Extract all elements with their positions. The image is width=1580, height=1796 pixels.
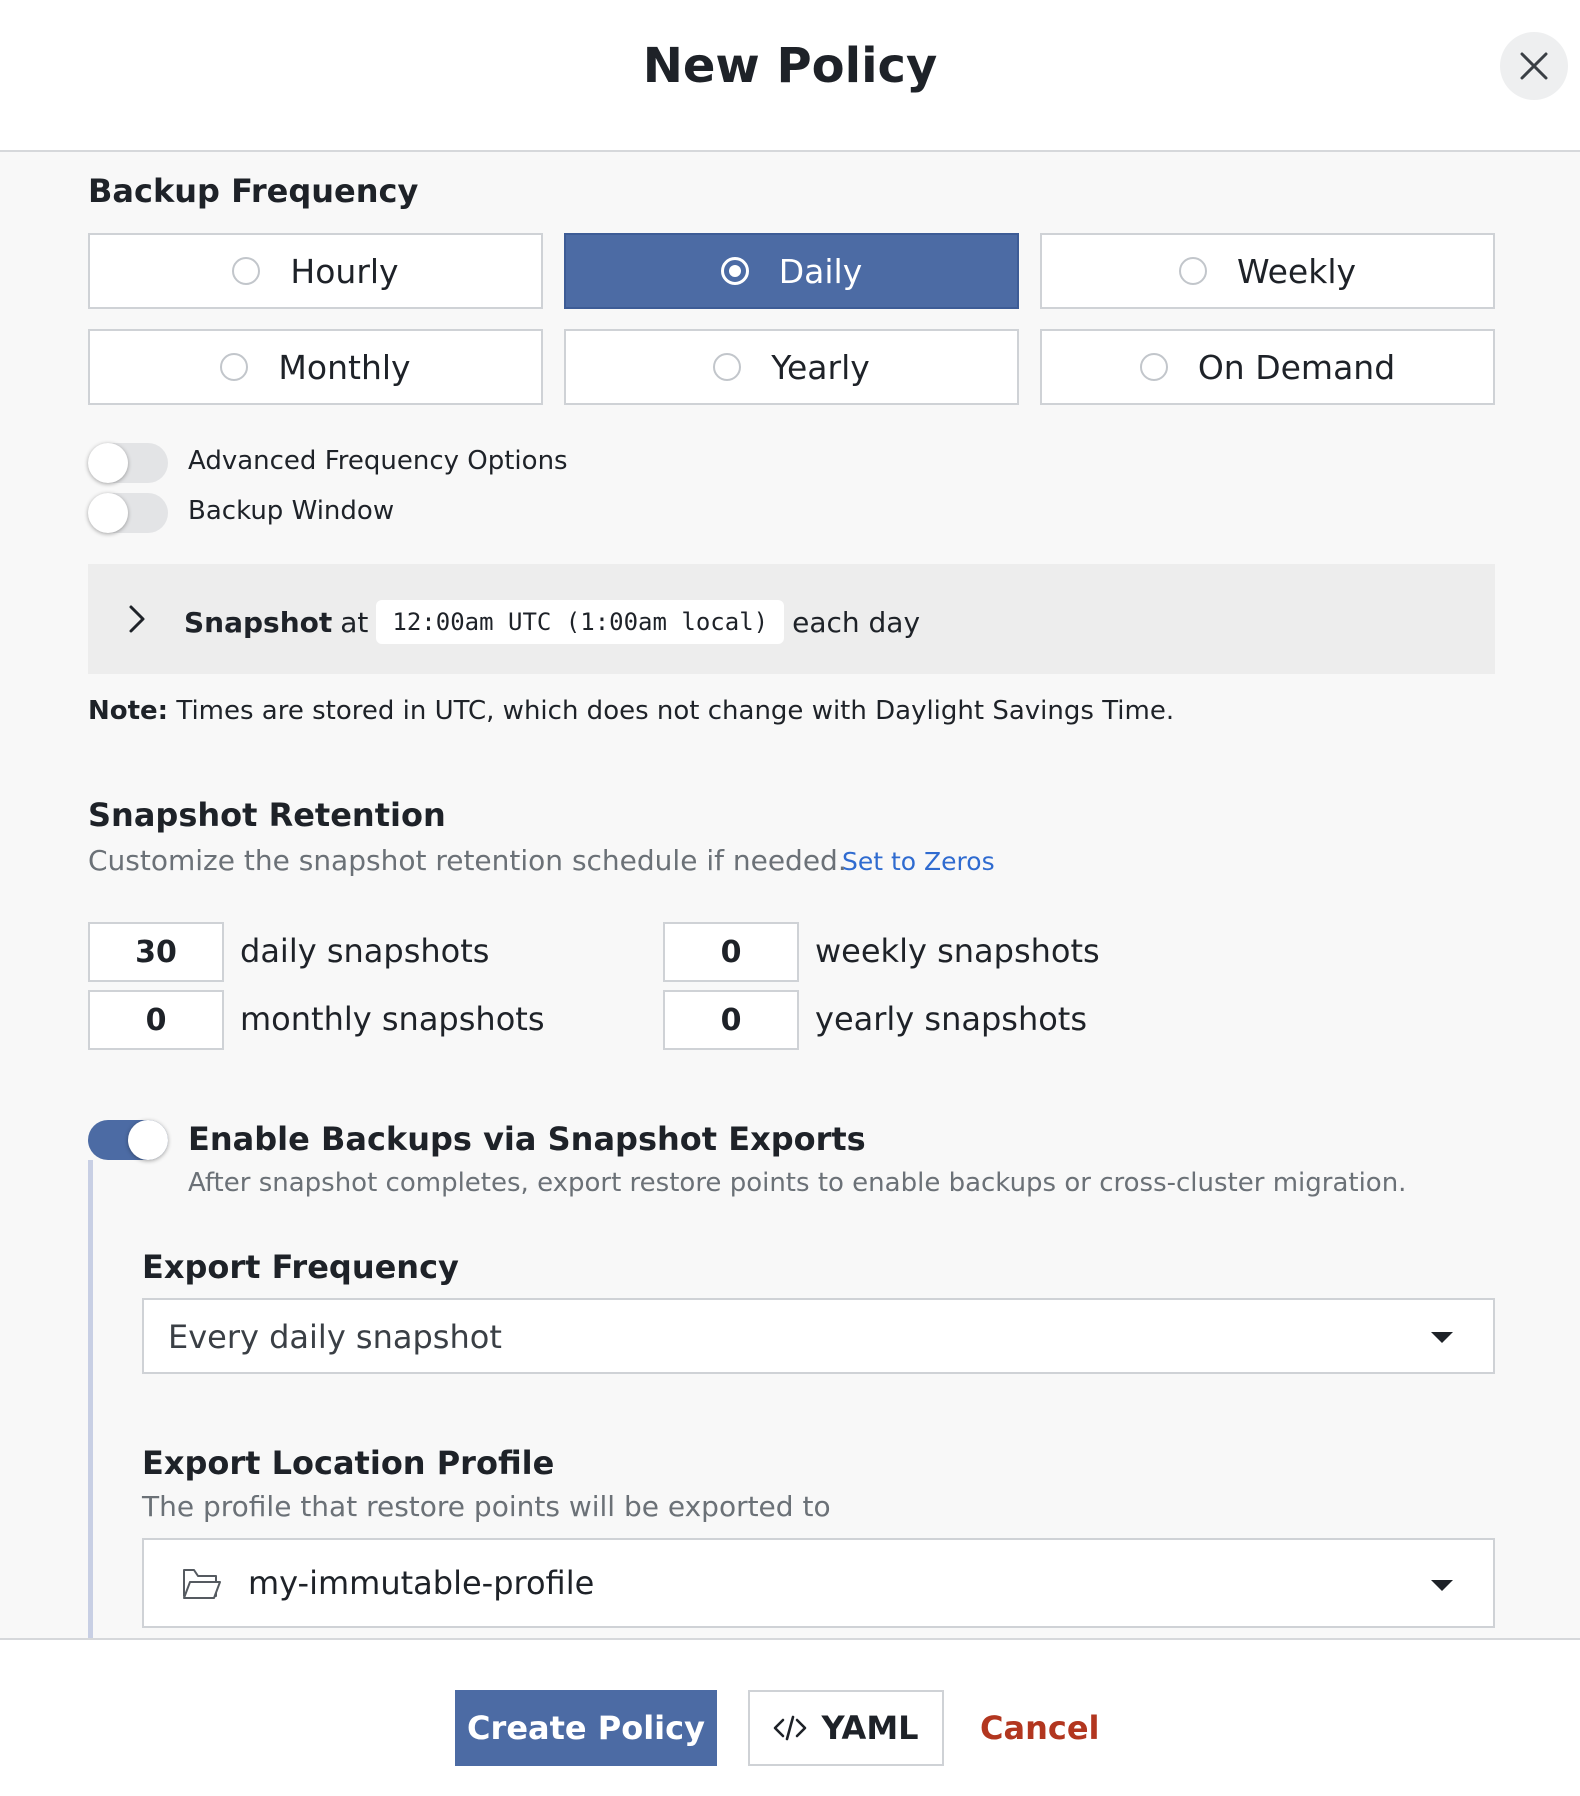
frequency-option-label: Daily <box>778 251 863 291</box>
export-location-select[interactable]: my-immutable-profile <box>142 1538 1495 1628</box>
radio-icon <box>713 353 742 381</box>
backup-window-toggle[interactable] <box>88 493 168 533</box>
code-icon <box>774 1715 807 1741</box>
frequency-option-label: Hourly <box>290 251 399 291</box>
note-label: Note: <box>88 696 169 726</box>
advanced-frequency-label: Advanced Frequency Options <box>188 446 568 476</box>
toggle-knob <box>88 493 128 533</box>
cancel-button[interactable]: Cancel <box>980 1690 1100 1766</box>
radio-icon <box>1139 353 1168 381</box>
enable-exports-title: Enable Backups via Snapshot Exports <box>188 1120 866 1158</box>
enable-exports-subtitle: After snapshot completes, export restore… <box>188 1168 1407 1198</box>
utc-note: Note: Times are stored in UTC, which doe… <box>88 696 1174 726</box>
dialog-header: New Policy <box>0 0 1580 152</box>
frequency-option-label: Monthly <box>278 347 411 387</box>
snapshot-schedule-summary: Snapshot at 12:00am UTC (1:00am local) e… <box>88 564 1495 674</box>
yaml-label: YAML <box>821 1709 919 1747</box>
note-text: Times are stored in UTC, which does not … <box>168 696 1175 726</box>
yaml-button[interactable]: YAML <box>748 1690 944 1766</box>
backup-window-label: Backup Window <box>188 496 395 526</box>
daily-snapshots-label: daily snapshots <box>240 932 490 970</box>
snapshot-label: Snapshot <box>184 605 333 639</box>
radio-selected-icon <box>720 257 749 285</box>
snapshot-retention-subtitle: Customize the snapshot retention schedul… <box>88 844 847 877</box>
exports-group-indicator <box>88 1160 93 1638</box>
frequency-option-label: On Demand <box>1197 347 1396 387</box>
monthly-snapshots-label: monthly snapshots <box>240 1000 545 1038</box>
frequency-option-label: Yearly <box>771 347 870 387</box>
weekly-snapshots-input[interactable] <box>663 922 799 982</box>
export-location-heading: Export Location Profile <box>142 1444 555 1482</box>
export-location-subtitle: The profile that restore points will be … <box>142 1490 831 1523</box>
export-frequency-select[interactable]: Every daily snapshot <box>142 1298 1495 1374</box>
radio-icon <box>220 353 249 381</box>
frequency-option-daily[interactable]: Daily <box>564 233 1019 309</box>
enable-exports-toggle[interactable] <box>88 1120 168 1160</box>
radio-icon <box>232 257 261 285</box>
monthly-snapshots-input[interactable] <box>88 990 224 1050</box>
snapshot-time: 12:00am UTC (1:00am local) <box>376 600 785 644</box>
frequency-option-on-demand[interactable]: On Demand <box>1040 329 1495 405</box>
export-location-value: my-immutable-profile <box>248 1564 595 1602</box>
weekly-snapshots-label: weekly snapshots <box>815 932 1100 970</box>
snapshot-retention-heading: Snapshot Retention <box>88 796 446 834</box>
snapshot-schedule-text: Snapshot at 12:00am UTC (1:00am local) e… <box>184 600 920 644</box>
export-frequency-value: Every daily snapshot <box>168 1318 502 1356</box>
yearly-snapshots-label: yearly snapshots <box>815 1000 1088 1038</box>
advanced-frequency-toggle[interactable] <box>88 443 168 483</box>
frequency-option-yearly[interactable]: Yearly <box>564 329 1019 405</box>
folder-icon <box>183 1569 221 1599</box>
export-frequency-heading: Export Frequency <box>142 1248 459 1286</box>
snapshot-suffix: each day <box>792 605 921 639</box>
chevron-right-icon[interactable] <box>128 604 146 634</box>
snapshot-at-label: at <box>340 605 369 639</box>
dialog-title: New Policy <box>642 38 938 94</box>
frequency-option-monthly[interactable]: Monthly <box>88 329 543 405</box>
caret-down-icon <box>1431 1332 1453 1343</box>
close-icon <box>1520 52 1548 80</box>
toggle-knob <box>128 1120 168 1160</box>
dialog-footer: Create Policy YAML Cancel <box>0 1638 1580 1796</box>
daily-snapshots-input[interactable] <box>88 922 224 982</box>
caret-down-icon <box>1431 1580 1453 1591</box>
frequency-option-weekly[interactable]: Weekly <box>1040 233 1495 309</box>
close-button[interactable] <box>1500 32 1568 100</box>
radio-icon <box>1178 257 1207 285</box>
frequency-option-label: Weekly <box>1236 251 1357 291</box>
create-policy-button[interactable]: Create Policy <box>455 1690 717 1766</box>
backup-frequency-heading: Backup Frequency <box>88 172 419 210</box>
yearly-snapshots-input[interactable] <box>663 990 799 1050</box>
frequency-option-hourly[interactable]: Hourly <box>88 233 543 309</box>
set-to-zeros-link[interactable]: Set to Zeros <box>842 847 995 876</box>
dialog-body: Backup Frequency Hourly Daily Weekly Mon… <box>0 152 1580 1638</box>
toggle-knob <box>88 443 128 483</box>
